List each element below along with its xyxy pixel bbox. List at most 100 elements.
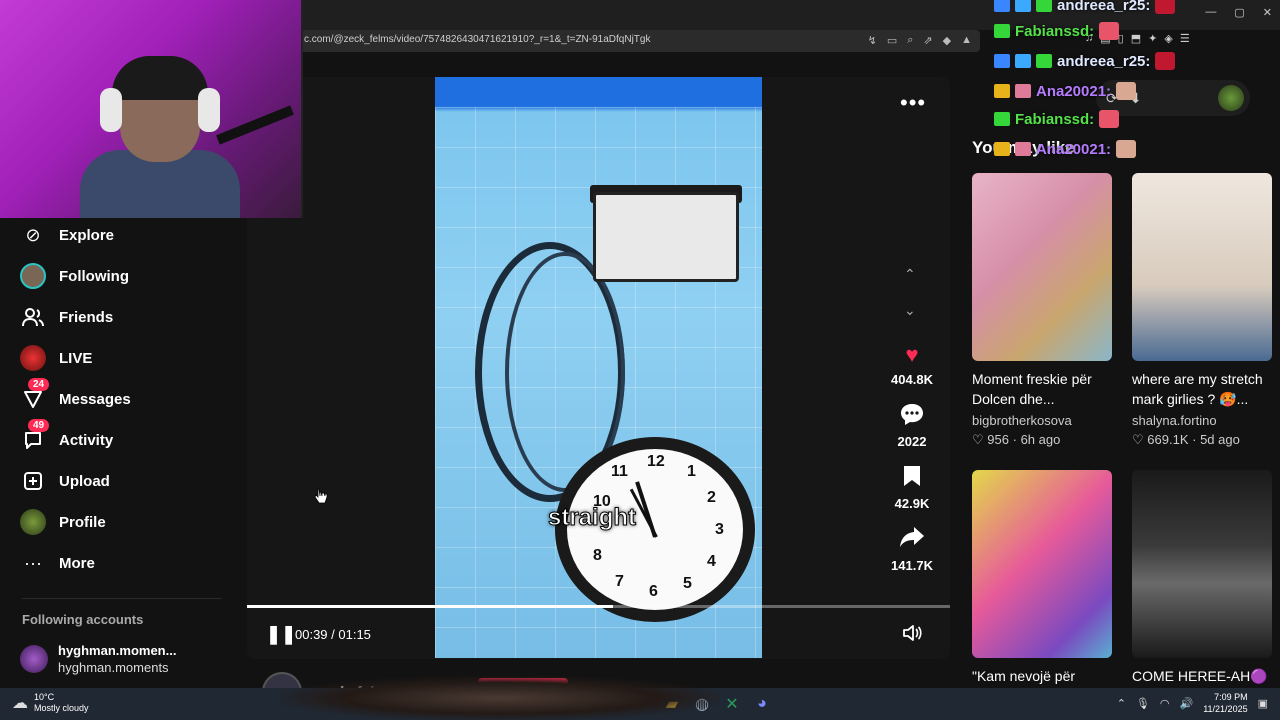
heart-icon: ♥ [905,342,919,367]
chat-message: Ana20021: [994,82,1137,100]
share-button[interactable]: 141.7K [884,526,940,573]
weather-temp: 10°C [34,692,55,702]
sidebar-item-live[interactable]: LIVE [18,342,92,374]
video-more-options-button[interactable]: ••• [900,90,926,116]
recommendation-thumbnail[interactable] [1132,173,1272,361]
task-view-icon[interactable]: ▣ [542,694,562,714]
notification-icon[interactable]: ▣ [1258,697,1268,710]
clock-number: 4 [707,553,716,570]
previous-video-button[interactable]: ⌃ [904,266,916,283]
chat-emote-icon [1155,0,1176,14]
sidebar-item-friends[interactable]: Friends [18,301,113,333]
clock-number: 6 [649,583,658,600]
vpn-icon[interactable]: ◈ [1164,32,1172,45]
sidebar-item-activity[interactable]: 49 Activity [18,419,113,456]
wallet-icon[interactable]: ⬒ [1131,32,1141,45]
sidebar-item-upload[interactable]: Upload [18,465,110,497]
chat-badge-icon [994,112,1010,126]
share-page-icon[interactable]: ⇗ [923,34,932,47]
sidebar-item-profile[interactable]: Profile [18,506,106,538]
chat-badge-icon [1036,0,1052,12]
brave-rewards-icon[interactable]: ▲ [961,34,972,47]
comment-icon [884,402,940,432]
profile-icon [18,507,48,537]
discord-icon[interactable]: ◕ [752,694,772,714]
sidebar-item-messages[interactable]: 24 Messages [18,378,131,415]
maximize-button[interactable]: ▢ [1234,6,1244,19]
sidebar-item-more[interactable]: ··· More [18,547,95,579]
url-text[interactable]: c.com/@zeck_felms/video/7574826430471621… [304,34,650,45]
chat-message: andreea_r25: [994,52,1176,70]
clock-number: 11 [611,463,628,480]
recommendation-meta: ♡ 669.1K · 5d ago [1132,432,1240,447]
chevron-up-icon[interactable]: ⌃ [1117,697,1126,710]
video-battery [593,192,739,282]
bookmark-icon [884,464,940,494]
address-bar-icons: ↯ ▭ ⌕ ⇗ ◆ ▲ [868,34,972,47]
recommendation-title[interactable]: Moment freskie për Dolcen dhe... [972,369,1122,409]
menu-icon[interactable]: ☰ [1180,32,1190,45]
next-video-button[interactable]: ⌄ [904,302,916,319]
minimize-button[interactable]: — [1205,6,1216,19]
video-progress-bar[interactable] [247,605,950,608]
recommendation-meta: ♡ 956 · 6h ago [972,432,1061,447]
mic-icon[interactable]: 🎙 [1136,697,1150,710]
system-tray: ⌃ 🎙 ◠ 🔊 7:09 PM 11/21/2025 ▣ [1117,691,1268,715]
friends-icon [18,302,48,332]
recommendation-title[interactable]: COME HEREE-AH🟣 [1132,666,1278,686]
brave-browser-icon[interactable]: ◉ [572,694,592,714]
speaker-icon[interactable]: 🔊 [1180,697,1194,710]
close-window-button[interactable]: ✕ [1263,6,1272,19]
copilot-icon[interactable]: ◐ [602,694,622,714]
ai-icon[interactable]: ✦ [1148,32,1157,45]
chat-message: Ana20021: [994,140,1137,158]
excel-icon[interactable]: ✕ [722,694,742,714]
steam-icon[interactable]: ◍ [692,694,712,714]
volume-button[interactable] [902,624,922,647]
compass-icon: ⊘ [25,224,41,245]
recommendation-author[interactable]: bigbrotherkosova [972,413,1072,428]
taskbar: ☁ 10°C Mostly cloudy ⊞ ▣ ◉ ◐ ◓ ▰ ◍ ✕ ◕ ⌃… [0,688,1280,720]
mouse-cursor-icon [314,488,328,509]
save-button[interactable]: 42.9K [884,464,940,511]
zoom-icon[interactable]: ⌕ [907,34,913,47]
account-name: hyghman.momen... [58,643,177,658]
window-controls: — ▢ ✕ [1205,6,1272,19]
pause-button[interactable]: ❚❚ [266,624,296,645]
sidebar-item-following[interactable]: Following [18,260,129,292]
clock[interactable]: 7:09 PM 11/21/2025 [1203,691,1247,715]
brave-shield-icon[interactable]: ◆ [943,34,951,47]
weather-widget[interactable]: ☁ 10°C Mostly cloudy [12,692,89,714]
recommendation-title[interactable]: where are my stretch mark girlies ? 🥵... [1132,369,1278,409]
sidebar-item-explore[interactable]: ⊘ Explore [18,219,114,251]
recommendation-thumbnail[interactable] [972,470,1112,658]
wifi-icon[interactable]: ◠ [1160,697,1170,710]
following-account-item[interactable]: hyghman.momen... hyghman.moments [20,642,176,676]
recommendation-thumbnail[interactable] [972,173,1112,361]
volume-icon [903,625,922,641]
sidebar-item-label: Messages [59,390,131,408]
avatar[interactable] [1218,85,1244,111]
video-player[interactable]: 11 12 1 2 3 4 5 6 7 8 10 [435,77,762,658]
start-icon[interactable]: ⊞ [512,694,532,714]
cast-icon[interactable]: ↯ [868,34,877,47]
recommendation-title[interactable]: "Kam nevojë për [972,666,1122,686]
video-caption: straight [547,504,637,532]
upload-icon [18,466,48,496]
chat-badge-icon [994,0,1010,12]
comment-button[interactable]: 2022 [884,402,940,449]
recommendation-thumbnail[interactable] [1132,470,1272,658]
sidebar-divider [22,598,222,599]
sidebar-item-label: Upload [59,472,110,490]
reader-icon[interactable]: ▭ [887,34,897,47]
following-avatar-icon [18,261,48,291]
file-explorer-icon[interactable]: ▰ [662,694,682,714]
like-button[interactable]: ♥ 404.8K [884,340,940,387]
obs-icon[interactable]: ◓ [632,694,652,714]
crown-badge-icon [994,142,1010,156]
avatar [20,645,48,673]
address-bar[interactable]: c.com/@zeck_felms/video/7574826430471621… [300,30,980,52]
chat-badge-icon [1015,84,1031,98]
recommendation-author[interactable]: shalyna.fortino [1132,413,1217,428]
streamer-webcam [0,0,303,218]
